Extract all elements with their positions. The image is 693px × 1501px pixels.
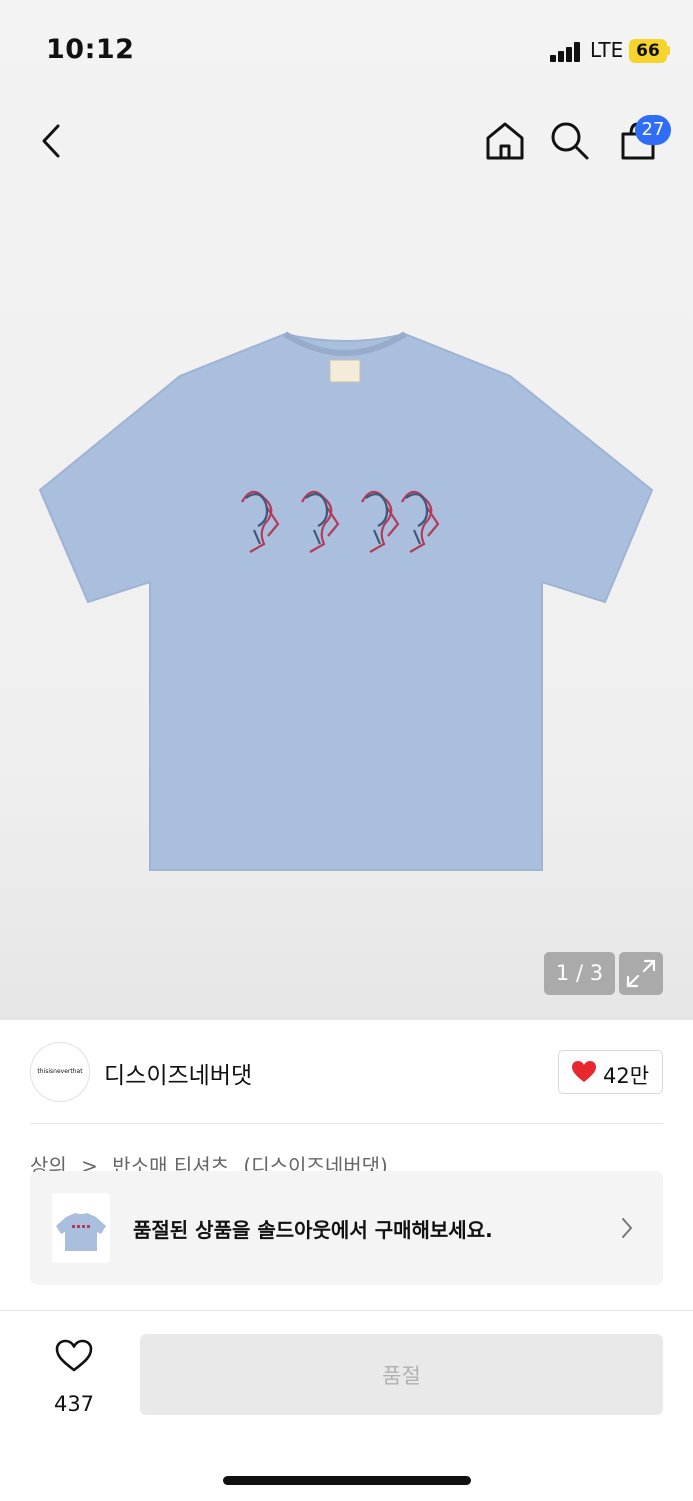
chevron-right-icon	[622, 1218, 632, 1238]
bottom-action-bar: 437 품절	[0, 1310, 693, 1501]
soldout-buy-button[interactable]: 품절	[140, 1334, 663, 1415]
divider	[30, 1123, 663, 1124]
network-label: LTE	[590, 38, 624, 62]
image-counter: 1 / 3	[544, 952, 615, 995]
brand-logo[interactable]: thisisneverthat	[30, 1042, 90, 1102]
brand-like-button[interactable]: 42만	[558, 1050, 663, 1094]
brand-row: thisisneverthat 디스이즈네버댓 42만	[0, 1020, 693, 1124]
status-time: 10:12	[46, 34, 135, 65]
wishlist-button[interactable]: 437	[40, 1339, 108, 1419]
wishlist-count: 437	[53, 1392, 95, 1416]
status-bar: 10:12 LTE 66	[0, 0, 693, 100]
like-count: 42만	[603, 1064, 650, 1088]
banner-thumbnail	[52, 1193, 110, 1263]
heart-filled-icon	[572, 1061, 596, 1082]
soldout-promo-banner[interactable]: 품절된 상품을 솔드아웃에서 구매해보세요.	[30, 1171, 663, 1285]
signal-icon	[550, 40, 584, 62]
product-image[interactable]	[30, 320, 660, 890]
search-icon[interactable]	[549, 120, 591, 162]
home-indicator[interactable]	[223, 1476, 471, 1485]
cart-count-badge: 27	[635, 115, 671, 145]
expand-image-button[interactable]	[619, 952, 663, 995]
battery-icon	[667, 46, 670, 55]
heart-outline-icon	[55, 1339, 93, 1372]
home-icon[interactable]	[484, 120, 526, 162]
back-icon[interactable]	[38, 122, 68, 160]
battery-level: 66	[629, 39, 667, 63]
banner-text: 품절된 상품을 솔드아웃에서 구매해보세요.	[133, 1218, 493, 1242]
brand-name[interactable]: 디스이즈네버댓	[104, 1056, 252, 1090]
expand-icon	[626, 959, 656, 988]
